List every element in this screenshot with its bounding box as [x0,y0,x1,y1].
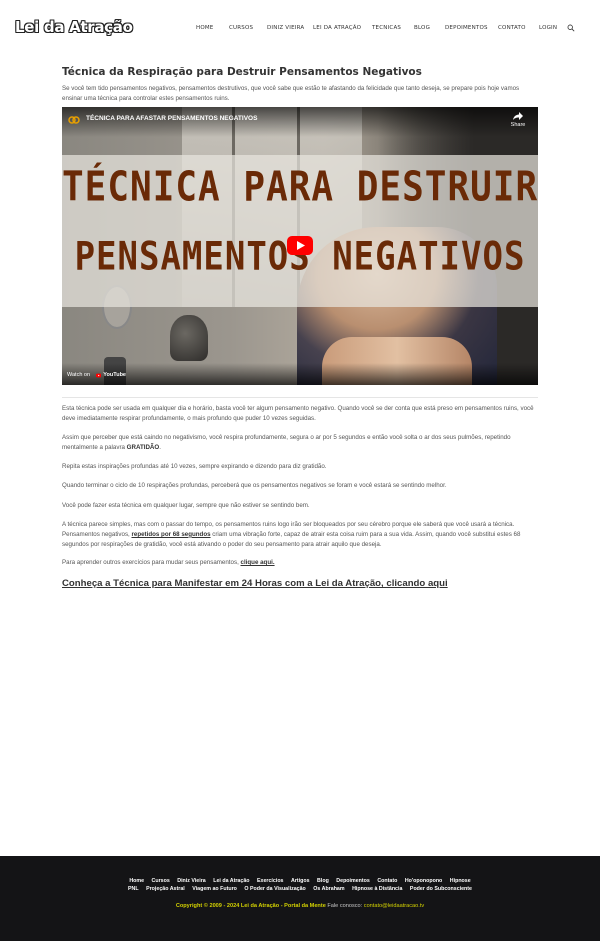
channel-logo-icon[interactable] [68,114,80,126]
copyright-line: Copyright © 2009 - 2024 Lei da Atração -… [0,903,600,909]
footer-link[interactable]: Os Abraham [313,886,344,892]
footer-link[interactable]: Cursos [152,878,170,884]
gratidao-bold: GRATIDÃO [126,443,160,451]
nav-item-contato[interactable]: CONTATO [498,25,526,31]
paragraph-2: Assim que perceber que está caindo no ne… [62,434,511,451]
contact-label: Fale conosco: [325,903,364,909]
paragraph-3: Repita estas inspirações profundas até 1… [62,463,327,470]
play-button[interactable] [287,236,313,255]
nav-item-diniz-vieira[interactable]: DINIZ VIEIRA [267,25,304,31]
copyright-text: Copyright © 2009 - 2024 Lei da Atração -… [175,903,326,909]
site-logo[interactable]: Lei da Atração [15,18,133,36]
paragraph-7: Para aprender outros exercícios para mud… [62,559,275,566]
footer-link[interactable]: PNL [128,886,139,892]
share-label: Share [510,122,526,128]
search-icon[interactable] [567,24,575,32]
article: Técnica da Respiração para Destruir Pens… [62,66,538,104]
nav-item-cursos[interactable]: CURSOS [229,25,253,31]
footer-link[interactable]: Poder do Subconsciente [410,886,472,892]
nav-item-depoimentos[interactable]: DEPOIMENTOS [445,25,488,31]
contact-email-link[interactable]: contato@leidaatracao.tv [364,903,424,909]
footer-links-row-2: PNL Projeção Astral Viagem ao Futuro O P… [0,886,600,892]
footer-link[interactable]: O Poder da Visualização [244,886,305,892]
thumbnail-headline-line1: TÉCNICA PARA DESTRUIR [62,163,538,212]
intro-paragraph: Se você tem tido pensamentos negativos, … [62,85,520,102]
watch-on-youtube-link[interactable]: Watch on [67,372,90,378]
footer-link[interactable]: Viagem ao Futuro [192,886,237,892]
footer-link[interactable]: Diniz Vieira [177,878,205,884]
footer-link[interactable]: Hipnose à Distância [352,886,402,892]
footer-link[interactable]: Depoimentos [336,878,370,884]
nav-item-lei-da-atracao[interactable]: LEI DA ATRAÇÃO [313,25,361,31]
footer-link[interactable]: Exercícios [257,878,284,884]
watch-on-label: Watch on [67,372,91,378]
footer-link[interactable]: Blog [317,878,329,884]
play-icon [297,241,305,250]
youtube-video-player[interactable]: TÉCNICA PARA DESTRUIR PENSAMENTOS NEGATI… [62,107,538,385]
main-nav: HOME CURSOS DINIZ VIEIRA LEI DA ATRAÇÃO … [196,25,580,35]
footer-link[interactable]: Lei da Atração [213,878,249,884]
nav-item-blog[interactable]: BLOG [414,25,430,31]
nav-item-login[interactable]: LOGIN [539,25,557,31]
site-footer: Home Cursos Diniz Vieira Lei da Atração … [0,856,600,941]
nav-item-tecnicas[interactable]: TECNICAS [372,25,401,31]
footer-link[interactable]: Contato [377,878,397,884]
share-button[interactable]: Share [508,112,528,128]
clique-aqui-link[interactable]: clique aqui. [241,559,275,566]
page-title: Técnica da Respiração para Destruir Pens… [62,66,422,78]
footer-link[interactable]: Home [129,878,144,884]
footer-link[interactable]: Artigos [291,878,310,884]
youtube-label: YouTube [103,372,126,378]
share-icon [513,112,523,120]
footer-links-row-1: Home Cursos Diniz Vieira Lei da Atração … [0,878,600,884]
youtube-icon [96,373,102,377]
footer-link[interactable]: Projeção Astral [146,886,185,892]
paragraph-6: A técnica parece simples, mas com o pass… [62,521,521,548]
footer-link[interactable]: Hipnose [450,878,471,884]
paragraph-4: Quando terminar o ciclo de 10 respiraçõe… [62,482,447,489]
paragraph-5: Você pode fazer esta técnica em qualquer… [62,502,310,509]
site-header: Lei da Atração HOME CURSOS DINIZ VIEIRA … [0,0,600,58]
paragraph-1: Esta técnica pode ser usada em qualquer … [62,405,534,422]
divider [62,397,538,398]
footer-link[interactable]: Ho'oponopono [405,878,442,884]
nav-item-home[interactable]: HOME [196,25,214,31]
manifestar-cta-link[interactable]: Conheça a Técnica para Manifestar em 24 … [62,578,448,589]
youtube-logo[interactable]: YouTube [96,371,126,379]
repetidos-link[interactable]: repetidos por 68 segundos [131,531,210,538]
video-title[interactable]: TÉCNICA PARA AFASTAR PENSAMENTOS NEGATIV… [86,115,257,122]
